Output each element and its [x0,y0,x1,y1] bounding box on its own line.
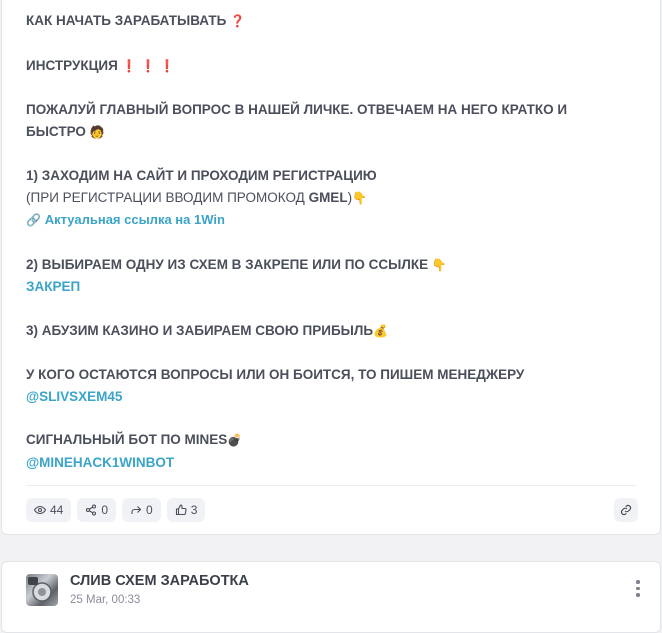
step-1-note: (ПРИ РЕГИСТРАЦИИ ВВОДИМ ПРОМОКОД [26,189,309,205]
post-step-2: 2) ВЫБИРАЕМ ОДНУ ИЗ СХЕМ В ЗАКРЕПЕ ИЛИ П… [26,254,636,298]
person-emoji-icon: 🧑 [89,124,105,139]
question-emoji-icon: ❓ [230,14,246,28]
promo-code: GMEL [308,189,348,205]
stats-divider [26,485,636,486]
post-stats: 44 0 0 3 [26,498,206,522]
heading-text: КАК НАЧАТЬ ЗАРАБАТЫВАТЬ [26,13,227,28]
intro-line-2: БЫСТРО [26,123,86,139]
step-1-text: 1) ЗАХОДИМ НА САЙТ И ПРОХОДИМ РЕГИСТРАЦИ… [26,168,377,183]
kebab-menu-icon[interactable] [636,580,640,597]
post-bot: СИГНАЛЬНЫЙ БОТ ПО MINES💣 @MINEHACK1WINBO… [26,429,636,473]
instruction-text: ИНСТРУКЦИЯ [26,57,118,73]
money-bag-emoji-icon: 💰 [373,323,389,338]
exclamation-emoji-icon: ❗ ❗ ❗ [121,58,175,73]
post-intro: ПОЖАЛУЙ ГЛАВНЫЙ ВОПРОС В НАШЕЙ ЛИЧКЕ. ОТ… [26,99,636,143]
post-manager: У КОГО ОСТАЮТСЯ ВОПРОСЫ ИЛИ ОН БОИТСЯ, Т… [26,364,636,407]
post-date: 25 Mar, 00:33 [70,594,141,606]
forward-icon [131,506,142,514]
post-instruction: ИНСТРУКЦИЯ ❗ ❗ ❗ [26,55,636,78]
channel-avatar[interactable] [26,574,58,606]
forwards-counter[interactable]: 0 [122,498,161,522]
bot-text: СИГНАЛЬНЫЙ БОТ ПО MINES [26,432,228,447]
avatar-image-icon [28,577,52,602]
site-link[interactable]: Актуальная ссылка на 1Win [45,212,225,227]
shares-count: 0 [101,503,109,517]
channel-title[interactable]: СЛИВ СХЕМ ЗАРАБОТКА [70,573,249,589]
eye-icon [34,505,46,515]
thumbs-up-icon [175,504,187,516]
manager-text: У КОГО ОСТАЮТСЯ ВОПРОСЫ ИЛИ ОН БОИТСЯ, Т… [26,367,525,382]
pin-link[interactable]: ЗАКРЕП [26,279,80,294]
link-emoji-icon: 🔗 [26,213,41,227]
post-heading: КАК НАЧАТЬ ЗАРАБАТЫВАТЬ ❓ [26,10,636,33]
shares-counter[interactable]: 0 [77,498,117,522]
step-2-text: 2) ВЫБИРАЕМ ОДНУ ИЗ СХЕМ В ЗАКРЕПЕ ИЛИ П… [26,256,429,272]
step-3-text: 3) АБУЗИМ КАЗИНО И ЗАБИРАЕМ СВОЮ ПРИБЫЛЬ [26,322,374,338]
views-count: 44 [50,503,64,517]
post-card: КАК НАЧАТЬ ЗАРАБАТЫВАТЬ ❓ ИНСТРУКЦИЯ ❗ ❗… [1,0,661,535]
bot-link[interactable]: @MINEHACK1WINBOT [26,455,174,470]
point-down-emoji-icon: 👇 [352,190,368,205]
share-icon [86,504,97,516]
forwards-count: 0 [146,503,153,517]
likes-counter[interactable]: 3 [166,498,206,522]
link-icon [620,504,632,516]
views-counter[interactable]: 44 [26,498,72,522]
intro-line-1: ПОЖАЛУЙ ГЛАВНЫЙ ВОПРОС В НАШЕЙ ЛИЧКЕ. ОТ… [26,102,568,117]
copy-link-button[interactable] [614,498,638,522]
post-body: КАК НАЧАТЬ ЗАРАБАТЫВАТЬ ❓ ИНСТРУКЦИЯ ❗ ❗… [2,0,660,473]
post-step-3: 3) АБУЗИМ КАЗИНО И ЗАБИРАЕМ СВОЮ ПРИБЫЛЬ… [26,320,636,343]
next-post-card: СЛИВ СХЕМ ЗАРАБОТКА 25 Mar, 00:33 [1,561,661,633]
bomb-emoji-icon: 💣 [227,433,243,447]
point-down-emoji-icon: 👇 [431,257,447,272]
post-step-1: 1) ЗАХОДИМ НА САЙТ И ПРОХОДИМ РЕГИСТРАЦИ… [26,165,636,232]
manager-link[interactable]: @SLIVSXEM45 [26,389,122,404]
likes-count: 3 [190,503,198,517]
